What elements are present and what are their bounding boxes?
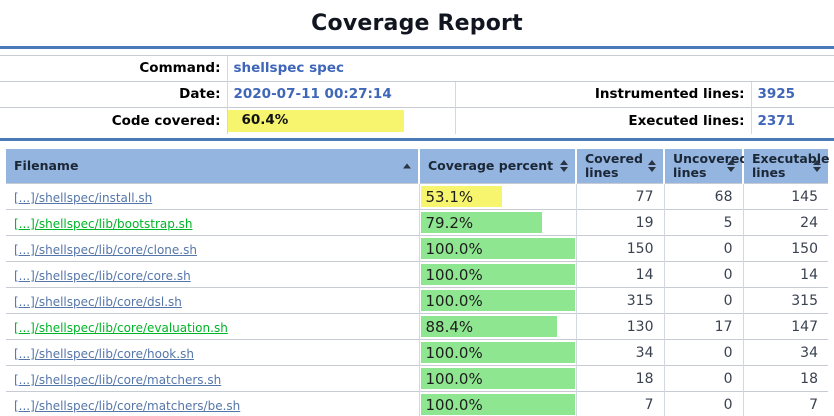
coverage-percent-cell: 100.0% <box>418 235 576 262</box>
filename-link[interactable]: [...]/shellspec/lib/core/matchers/be.sh <box>14 399 240 413</box>
sort-both-icon <box>727 160 735 172</box>
uncovered-lines-cell: 17 <box>663 313 743 340</box>
executable-lines-cell: 14 <box>742 261 828 288</box>
coverage-percent-label: 100.0% <box>425 370 483 388</box>
covered-lines-cell: 7 <box>575 391 664 416</box>
executed-lines-value: 2371 <box>750 107 834 134</box>
divider-bottom <box>0 138 834 141</box>
summary-table: Command: shellspec spec Date: 2020-07-11… <box>0 55 834 134</box>
table-row: [...]/shellspec/lib/core/matchers/be.sh … <box>6 391 828 416</box>
covered-lines-cell: 19 <box>575 209 664 236</box>
coverage-percent-label: 100.0% <box>425 266 483 284</box>
sort-both-icon <box>813 160 821 172</box>
uncovered-lines-cell: 0 <box>663 339 743 366</box>
filename-link[interactable]: [...]/shellspec/lib/core/clone.sh <box>14 243 197 257</box>
column-header-covered-lines[interactable]: Covered lines <box>575 149 664 184</box>
table-row: [...]/shellspec/lib/core/evaluation.sh 8… <box>6 313 828 340</box>
covered-lines-cell: 130 <box>575 313 664 340</box>
coverage-percent-label: 53.1% <box>425 188 474 206</box>
filename-link[interactable]: [...]/shellspec/lib/core/matchers.sh <box>14 373 221 387</box>
coverage-percent-cell: 100.0% <box>418 365 576 392</box>
uncovered-lines-cell: 68 <box>663 183 743 210</box>
covered-lines-cell: 34 <box>575 339 664 366</box>
covered-lines-cell: 315 <box>575 287 664 314</box>
coverage-percent-cell: 100.0% <box>418 261 576 288</box>
filename-link[interactable]: [...]/shellspec/lib/core/hook.sh <box>14 347 194 361</box>
summary-row-date: Date: 2020-07-11 00:27:14 Instrumented l… <box>0 81 834 108</box>
column-header-coverage-percent[interactable]: Coverage percent <box>418 149 576 184</box>
table-row: [...]/shellspec/lib/core/hook.sh 100.0% … <box>6 339 828 366</box>
filename-link[interactable]: [...]/shellspec/lib/core/dsl.sh <box>14 295 182 309</box>
table-row: [...]/shellspec/lib/bootstrap.sh 79.2% 1… <box>6 209 828 236</box>
executable-lines-cell: 147 <box>742 313 828 340</box>
instrumented-lines-value: 3925 <box>750 81 834 108</box>
sort-both-icon <box>560 160 568 172</box>
covered-lines-cell: 18 <box>575 365 664 392</box>
summary-row-command: Command: shellspec spec <box>0 55 834 82</box>
command-value: shellspec spec <box>226 55 834 82</box>
executable-lines-cell: 24 <box>742 209 828 236</box>
date-label: Date: <box>0 81 227 108</box>
table-row: [...]/shellspec/lib/core/dsl.sh 100.0% 3… <box>6 287 828 314</box>
table-row: [...]/shellspec/lib/core/clone.sh 100.0%… <box>6 235 828 262</box>
column-header-executable-lines[interactable]: Executable lines <box>742 149 830 184</box>
table-row: [...]/shellspec/install.sh 53.1% 77 68 1… <box>6 183 828 210</box>
coverage-percent-cell: 88.4% <box>418 313 576 340</box>
covered-lines-cell: 14 <box>575 261 664 288</box>
uncovered-lines-cell: 0 <box>663 261 743 288</box>
table-row: [...]/shellspec/lib/core/matchers.sh 100… <box>6 365 828 392</box>
coverage-percent-label: 100.0% <box>425 344 483 362</box>
executable-lines-cell: 18 <box>742 365 828 392</box>
executable-lines-cell: 150 <box>742 235 828 262</box>
coverage-percent-cell: 79.2% <box>418 209 576 236</box>
sort-both-icon <box>648 160 656 172</box>
executed-lines-label: Executed lines: <box>454 107 751 134</box>
uncovered-lines-cell: 0 <box>663 235 743 262</box>
column-header-filename[interactable]: Filename <box>6 149 419 184</box>
executable-lines-cell: 34 <box>742 339 828 366</box>
column-header-coverage-percent-label: Coverage percent <box>428 158 554 173</box>
coverage-percent-label: 79.2% <box>425 214 474 232</box>
coverage-percent-cell: 100.0% <box>418 287 576 314</box>
uncovered-lines-cell: 0 <box>663 391 743 416</box>
column-header-covered-lines-label: Covered lines <box>585 151 643 180</box>
coverage-percent-label: 100.0% <box>425 292 483 310</box>
column-header-uncovered-lines[interactable]: Uncovered lines <box>663 149 748 184</box>
coverage-percent-cell: 100.0% <box>418 339 576 366</box>
filename-link[interactable]: [...]/shellspec/lib/core/evaluation.sh <box>14 321 228 335</box>
column-header-filename-label: Filename <box>14 158 79 173</box>
coverage-table: Filename Coverage percent Covered lines … <box>6 149 830 416</box>
covered-lines-cell: 77 <box>575 183 664 210</box>
date-value: 2020-07-11 00:27:14 <box>226 81 455 108</box>
coverage-percent-cell: 100.0% <box>418 391 576 416</box>
uncovered-lines-cell: 0 <box>663 365 743 392</box>
coverage-table-body: [...]/shellspec/install.sh 53.1% 77 68 1… <box>6 183 828 416</box>
executable-lines-cell: 7 <box>742 391 828 416</box>
summary-row-covered: Code covered: 60.4% Executed lines: 2371 <box>0 107 834 134</box>
coverage-table-wrap: Filename Coverage percent Covered lines … <box>0 149 834 416</box>
executable-lines-cell: 145 <box>742 183 828 210</box>
coverage-percent-label: 88.4% <box>425 318 474 336</box>
sort-asc-icon <box>403 163 411 169</box>
uncovered-lines-cell: 5 <box>663 209 743 236</box>
executable-lines-cell: 315 <box>742 287 828 314</box>
filename-link[interactable]: [...]/shellspec/lib/bootstrap.sh <box>14 217 193 231</box>
coverage-table-header-row: Filename Coverage percent Covered lines … <box>6 149 830 184</box>
code-covered-badge: 60.4% <box>227 110 404 132</box>
filename-link[interactable]: [...]/shellspec/lib/core/core.sh <box>14 269 191 283</box>
coverage-percent-label: 100.0% <box>425 396 483 414</box>
divider-top <box>0 46 834 49</box>
column-header-uncovered-lines-label: Uncovered lines <box>673 151 749 180</box>
code-covered-label: Code covered: <box>0 107 227 134</box>
coverage-percent-label: 100.0% <box>425 240 483 258</box>
covered-lines-cell: 150 <box>575 235 664 262</box>
command-label: Command: <box>0 55 227 82</box>
filename-link[interactable]: [...]/shellspec/install.sh <box>14 191 152 205</box>
instrumented-lines-label: Instrumented lines: <box>454 81 751 108</box>
uncovered-lines-cell: 0 <box>663 287 743 314</box>
table-row: [...]/shellspec/lib/core/core.sh 100.0% … <box>6 261 828 288</box>
coverage-percent-cell: 53.1% <box>418 183 576 210</box>
page-title: Coverage Report <box>311 11 523 36</box>
